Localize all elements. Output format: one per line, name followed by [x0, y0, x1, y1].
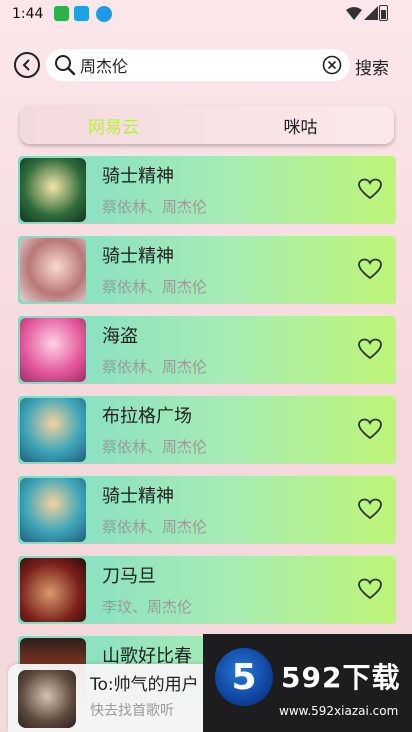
song-row[interactable]: 骑士精神 蔡依林、周杰伦 [18, 236, 396, 304]
song-artist: 李玟、周杰伦 [102, 598, 193, 616]
album-cover [20, 478, 86, 542]
status-time: 1:44 [12, 6, 44, 22]
song-artist: 蔡依林、周杰伦 [102, 278, 208, 296]
wifi-icon [346, 7, 362, 20]
song-row[interactable]: 刀马旦 李玟、周杰伦 [18, 556, 396, 624]
song-artist: 蔡依林、周杰伦 [102, 198, 208, 216]
back-button[interactable] [14, 52, 40, 78]
source-tabs: 网易云 咪咕 [20, 106, 394, 144]
song-row[interactable]: 骑士精神 蔡依林、周杰伦 [18, 476, 396, 544]
song-row[interactable]: 布拉格广场 蔡依林、周杰伦 [18, 396, 396, 464]
mini-player[interactable]: To:帅气的用户 快去找首歌听 [8, 664, 216, 732]
album-cover [20, 158, 86, 222]
clear-icon[interactable] [322, 55, 342, 75]
download-notification-icon [96, 6, 112, 22]
player-title: To:帅气的用户 [90, 675, 199, 695]
favorite-heart-icon[interactable] [358, 498, 382, 520]
song-artist: 蔡依林、周杰伦 [102, 438, 208, 456]
search-icon [55, 55, 76, 76]
battery-icon [379, 5, 388, 21]
tab-netease[interactable]: 网易云 [20, 106, 207, 144]
song-artist: 蔡依林、周杰伦 [102, 518, 208, 536]
favorite-heart-icon[interactable] [358, 418, 382, 440]
song-title: 刀马旦 [102, 566, 156, 587]
song-title: 骑士精神 [102, 486, 174, 507]
signal-icon [364, 6, 378, 20]
favorite-heart-icon[interactable] [358, 578, 382, 600]
watermark-logo: 5 [215, 648, 273, 706]
app-notification-icon [74, 6, 89, 21]
album-cover [20, 318, 86, 382]
search-box[interactable] [46, 49, 350, 81]
favorite-heart-icon[interactable] [358, 338, 382, 360]
song-title: 骑士精神 [102, 166, 174, 187]
site-watermark: 5 592下载 www.592xiazai.com [203, 634, 412, 732]
back-circle-icon [22, 59, 30, 71]
album-cover [20, 558, 86, 622]
song-title: 海盗 [102, 326, 138, 347]
status-bar: 1:44 [0, 0, 412, 28]
favorite-heart-icon[interactable] [358, 258, 382, 280]
app-notification-icon [54, 6, 69, 21]
player-subtitle: 快去找首歌听 [90, 703, 174, 719]
watermark-url: www.592xiazai.com [279, 704, 399, 718]
song-artist: 蔡依林、周杰伦 [102, 358, 208, 376]
album-cover [20, 238, 86, 302]
player-cover [18, 670, 76, 728]
song-row[interactable]: 海盗 蔡依林、周杰伦 [18, 316, 396, 384]
song-title: 布拉格广场 [102, 406, 192, 427]
album-cover [20, 398, 86, 462]
tab-migu[interactable]: 咪咕 [207, 106, 394, 144]
favorite-heart-icon[interactable] [358, 178, 382, 200]
watermark-name: 592下载 [281, 661, 401, 694]
search-button[interactable]: 搜索 [355, 54, 389, 79]
song-title: 骑士精神 [102, 246, 174, 267]
search-input[interactable] [80, 54, 310, 76]
song-row[interactable]: 骑士精神 蔡依林、周杰伦 [18, 156, 396, 224]
